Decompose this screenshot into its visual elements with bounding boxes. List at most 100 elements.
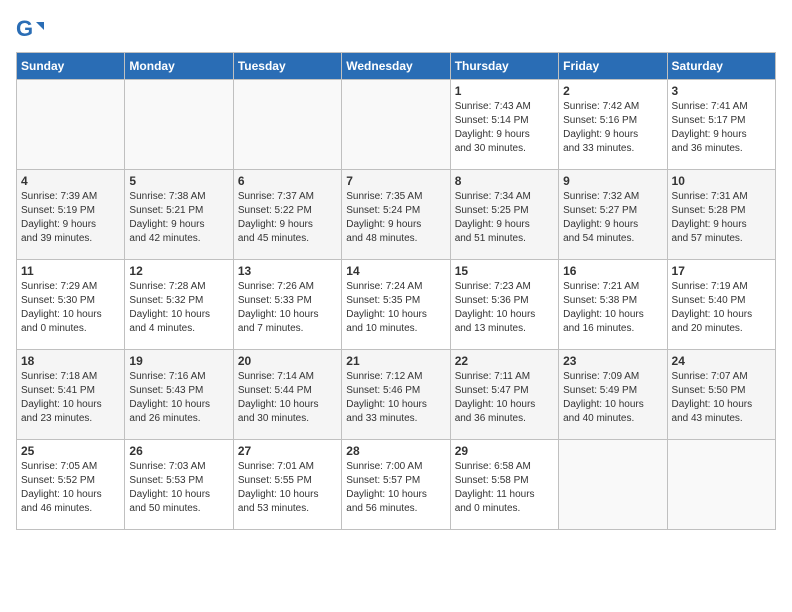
- calendar-cell: [342, 80, 450, 170]
- day-number: 13: [238, 264, 337, 278]
- day-number: 11: [21, 264, 120, 278]
- day-info: Sunrise: 7:01 AM Sunset: 5:55 PM Dayligh…: [238, 460, 337, 516]
- day-number: 12: [129, 264, 228, 278]
- calendar-cell: 25 Sunrise: 7:05 AM Sunset: 5:52 PM Dayli…: [17, 440, 125, 530]
- calendar-cell: 2 Sunrise: 7:42 AM Sunset: 5:16 PM Daylig…: [559, 80, 667, 170]
- calendar-cell: 24 Sunrise: 7:07 AM Sunset: 5:50 PM Dayli…: [667, 350, 775, 440]
- day-number: 5: [129, 174, 228, 188]
- day-number: 21: [346, 354, 445, 368]
- calendar-cell: 18 Sunrise: 7:18 AM Sunset: 5:41 PM Dayli…: [17, 350, 125, 440]
- calendar-cell: 28 Sunrise: 7:00 AM Sunset: 5:57 PM Dayli…: [342, 440, 450, 530]
- day-number: 22: [455, 354, 554, 368]
- logo: G: [16, 16, 48, 44]
- calendar-cell: 8 Sunrise: 7:34 AM Sunset: 5:25 PM Daylig…: [450, 170, 558, 260]
- calendar-cell: 15 Sunrise: 7:23 AM Sunset: 5:36 PM Dayli…: [450, 260, 558, 350]
- day-number: 20: [238, 354, 337, 368]
- day-info: Sunrise: 7:29 AM Sunset: 5:30 PM Dayligh…: [21, 280, 120, 336]
- day-info: Sunrise: 7:16 AM Sunset: 5:43 PM Dayligh…: [129, 370, 228, 426]
- calendar-cell: [17, 80, 125, 170]
- day-number: 18: [21, 354, 120, 368]
- day-info: Sunrise: 7:00 AM Sunset: 5:57 PM Dayligh…: [346, 460, 445, 516]
- calendar-cell: 16 Sunrise: 7:21 AM Sunset: 5:38 PM Dayli…: [559, 260, 667, 350]
- calendar-cell: 12 Sunrise: 7:28 AM Sunset: 5:32 PM Dayli…: [125, 260, 233, 350]
- calendar-cell: 13 Sunrise: 7:26 AM Sunset: 5:33 PM Dayli…: [233, 260, 341, 350]
- calendar-cell: 3 Sunrise: 7:41 AM Sunset: 5:17 PM Daylig…: [667, 80, 775, 170]
- day-info: Sunrise: 7:21 AM Sunset: 5:38 PM Dayligh…: [563, 280, 662, 336]
- day-number: 17: [672, 264, 771, 278]
- day-info: Sunrise: 7:35 AM Sunset: 5:24 PM Dayligh…: [346, 190, 445, 246]
- day-number: 7: [346, 174, 445, 188]
- calendar-cell: 17 Sunrise: 7:19 AM Sunset: 5:40 PM Dayli…: [667, 260, 775, 350]
- day-info: Sunrise: 7:18 AM Sunset: 5:41 PM Dayligh…: [21, 370, 120, 426]
- day-number: 8: [455, 174, 554, 188]
- day-header-thursday: Thursday: [450, 53, 558, 80]
- day-info: Sunrise: 7:07 AM Sunset: 5:50 PM Dayligh…: [672, 370, 771, 426]
- day-info: Sunrise: 7:38 AM Sunset: 5:21 PM Dayligh…: [129, 190, 228, 246]
- day-number: 24: [672, 354, 771, 368]
- day-info: Sunrise: 7:23 AM Sunset: 5:36 PM Dayligh…: [455, 280, 554, 336]
- day-info: Sunrise: 7:19 AM Sunset: 5:40 PM Dayligh…: [672, 280, 771, 336]
- calendar-cell: 10 Sunrise: 7:31 AM Sunset: 5:28 PM Dayli…: [667, 170, 775, 260]
- day-info: Sunrise: 7:39 AM Sunset: 5:19 PM Dayligh…: [21, 190, 120, 246]
- day-info: Sunrise: 7:41 AM Sunset: 5:17 PM Dayligh…: [672, 100, 771, 156]
- calendar-cell: 21 Sunrise: 7:12 AM Sunset: 5:46 PM Dayli…: [342, 350, 450, 440]
- calendar-cell: 7 Sunrise: 7:35 AM Sunset: 5:24 PM Daylig…: [342, 170, 450, 260]
- day-info: Sunrise: 7:34 AM Sunset: 5:25 PM Dayligh…: [455, 190, 554, 246]
- day-number: 9: [563, 174, 662, 188]
- calendar-table: SundayMondayTuesdayWednesdayThursdayFrid…: [16, 52, 776, 530]
- calendar-cell: [559, 440, 667, 530]
- day-number: 23: [563, 354, 662, 368]
- calendar-cell: 26 Sunrise: 7:03 AM Sunset: 5:53 PM Dayli…: [125, 440, 233, 530]
- day-number: 2: [563, 84, 662, 98]
- calendar-cell: 19 Sunrise: 7:16 AM Sunset: 5:43 PM Dayli…: [125, 350, 233, 440]
- calendar-cell: 27Sunrise: 7:01 AM Sunset: 5:55 PM Dayli…: [233, 440, 341, 530]
- page-header: G: [16, 16, 776, 44]
- day-number: 16: [563, 264, 662, 278]
- day-header-saturday: Saturday: [667, 53, 775, 80]
- day-number: 28: [346, 444, 445, 458]
- calendar-cell: 20 Sunrise: 7:14 AM Sunset: 5:44 PM Dayli…: [233, 350, 341, 440]
- day-info: Sunrise: 7:09 AM Sunset: 5:49 PM Dayligh…: [563, 370, 662, 426]
- day-number: 29: [455, 444, 554, 458]
- day-info: Sunrise: 7:05 AM Sunset: 5:52 PM Dayligh…: [21, 460, 120, 516]
- logo-icon: G: [16, 16, 44, 44]
- day-info: Sunrise: 7:03 AM Sunset: 5:53 PM Dayligh…: [129, 460, 228, 516]
- day-info: Sunrise: 7:28 AM Sunset: 5:32 PM Dayligh…: [129, 280, 228, 336]
- day-number: 6: [238, 174, 337, 188]
- calendar-cell: 1 Sunrise: 7:43 AM Sunset: 5:14 PM Daylig…: [450, 80, 558, 170]
- day-info: Sunrise: 7:32 AM Sunset: 5:27 PM Dayligh…: [563, 190, 662, 246]
- day-number: 15: [455, 264, 554, 278]
- day-header-friday: Friday: [559, 53, 667, 80]
- day-info: Sunrise: 7:26 AM Sunset: 5:33 PM Dayligh…: [238, 280, 337, 336]
- calendar-cell: 11 Sunrise: 7:29 AM Sunset: 5:30 PM Dayli…: [17, 260, 125, 350]
- day-number: 3: [672, 84, 771, 98]
- day-header-monday: Monday: [125, 53, 233, 80]
- day-info: Sunrise: 7:24 AM Sunset: 5:35 PM Dayligh…: [346, 280, 445, 336]
- calendar-cell: 6Sunrise: 7:37 AM Sunset: 5:22 PM Daylig…: [233, 170, 341, 260]
- day-number: 25: [21, 444, 120, 458]
- day-info: Sunrise: 7:31 AM Sunset: 5:28 PM Dayligh…: [672, 190, 771, 246]
- calendar-cell: 29 Sunrise: 6:58 AM Sunset: 5:58 PM Dayli…: [450, 440, 558, 530]
- day-number: 10: [672, 174, 771, 188]
- day-number: 4: [21, 174, 120, 188]
- day-info: Sunrise: 7:14 AM Sunset: 5:44 PM Dayligh…: [238, 370, 337, 426]
- calendar-cell: 14 Sunrise: 7:24 AM Sunset: 5:35 PM Dayli…: [342, 260, 450, 350]
- day-header-wednesday: Wednesday: [342, 53, 450, 80]
- day-number: 14: [346, 264, 445, 278]
- day-info: Sunrise: 7:42 AM Sunset: 5:16 PM Dayligh…: [563, 100, 662, 156]
- day-number: 19: [129, 354, 228, 368]
- day-header-tuesday: Tuesday: [233, 53, 341, 80]
- day-header-sunday: Sunday: [17, 53, 125, 80]
- calendar-cell: [233, 80, 341, 170]
- day-number: 26: [129, 444, 228, 458]
- day-info: Sunrise: 6:58 AM Sunset: 5:58 PM Dayligh…: [455, 460, 554, 516]
- day-number: 1: [455, 84, 554, 98]
- calendar-cell: 9 Sunrise: 7:32 AM Sunset: 5:27 PM Daylig…: [559, 170, 667, 260]
- day-info: Sunrise: 7:12 AM Sunset: 5:46 PM Dayligh…: [346, 370, 445, 426]
- day-info: Sunrise: 7:43 AM Sunset: 5:14 PM Dayligh…: [455, 100, 554, 156]
- calendar-cell: [667, 440, 775, 530]
- calendar-cell: 23 Sunrise: 7:09 AM Sunset: 5:49 PM Dayli…: [559, 350, 667, 440]
- day-info: Sunrise: 7:11 AM Sunset: 5:47 PM Dayligh…: [455, 370, 554, 426]
- calendar-cell: 22 Sunrise: 7:11 AM Sunset: 5:47 PM Dayli…: [450, 350, 558, 440]
- calendar-cell: 5 Sunrise: 7:38 AM Sunset: 5:21 PM Daylig…: [125, 170, 233, 260]
